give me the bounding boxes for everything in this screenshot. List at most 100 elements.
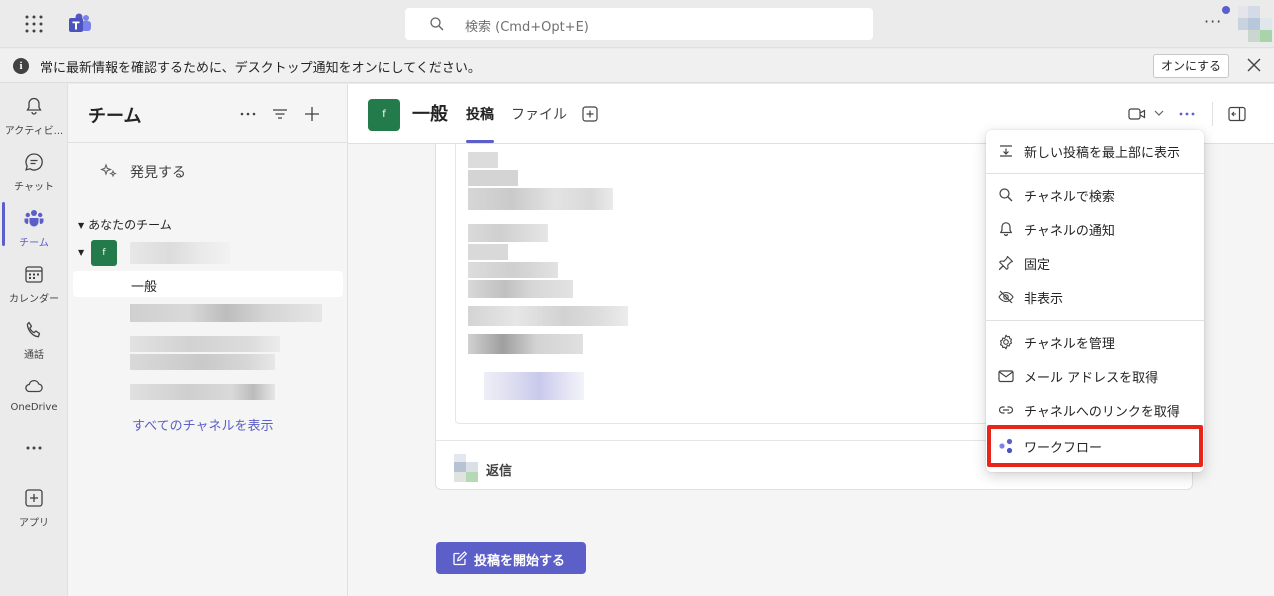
channel-options-menu: 新しい投稿を最上部に表示 チャネルで検索 チャネルの通知 固定 非表示 チャネル…	[986, 130, 1204, 472]
new-post-label: 投稿を開始する	[474, 554, 566, 569]
panel-title: チーム	[88, 106, 142, 127]
mail-icon	[998, 368, 1014, 384]
chevron-down-icon[interactable]	[1154, 109, 1164, 117]
menu-item-search-channel[interactable]: チャネルで検索	[986, 178, 1204, 212]
turn-on-button[interactable]: オンにする	[1153, 54, 1229, 78]
menu-label: 非表示	[1024, 292, 1064, 307]
avatar	[454, 454, 478, 482]
menu-item-show-new-posts-top[interactable]: 新しい投稿を最上部に表示	[986, 134, 1204, 168]
reply-button[interactable]: 返信	[486, 460, 512, 479]
discover-label: 発見する	[130, 165, 186, 181]
filter-icon[interactable]	[270, 104, 290, 124]
more-icon	[24, 438, 44, 458]
bell-icon	[998, 221, 1014, 237]
new-post-button[interactable]: 投稿を開始する	[436, 542, 586, 574]
rail-item-calendar[interactable]: カレンダー	[0, 256, 68, 312]
teams-icon	[24, 208, 44, 228]
link-icon	[998, 402, 1014, 418]
rail-label: OneDrive	[10, 402, 58, 413]
menu-label: チャネルを管理	[1024, 337, 1115, 352]
menu-item-manage-channel[interactable]: チャネルを管理	[986, 325, 1204, 359]
rail-item-activity[interactable]: アクティビ...	[0, 88, 68, 144]
menu-item-get-link[interactable]: チャネルへのリンクを取得	[986, 393, 1204, 427]
rail-label: アクティビ...	[4, 126, 64, 137]
rail-item-onedrive[interactable]: OneDrive	[0, 368, 68, 424]
panel-toggle-icon[interactable]	[1228, 106, 1246, 122]
divider	[1212, 102, 1213, 126]
teams-list-panel: チーム 発見する ▼ あなたのチーム ▼ f 一般 すべてのチャネルを表示	[68, 84, 348, 596]
search-placeholder: 検索 (Cmd+Opt+E)	[465, 20, 589, 35]
title-bar: 検索 (Cmd+Opt+E) ···	[0, 0, 1274, 48]
notification-banner: i 常に最新情報を確認するために、デスクトップ通知をオンにしてください。 オンに…	[0, 49, 1274, 83]
rail-label: チーム	[19, 238, 49, 249]
chat-icon	[24, 152, 44, 172]
rail-item-calls[interactable]: 通話	[0, 312, 68, 368]
video-meet-icon[interactable]	[1128, 106, 1146, 122]
more-options-icon[interactable]	[238, 104, 258, 124]
rail-label: カレンダー	[9, 294, 59, 305]
rail-label: 通話	[24, 350, 44, 361]
menu-label: メール アドレスを取得	[1024, 371, 1159, 386]
team-avatar: f	[91, 240, 117, 266]
calendar-icon	[24, 264, 44, 284]
chevron-down-icon: ▼	[78, 248, 85, 257]
redacted-channel-list	[130, 304, 326, 404]
close-icon[interactable]	[1247, 58, 1261, 72]
divider	[68, 142, 348, 143]
menu-label: 新しい投稿を最上部に表示	[1024, 146, 1181, 161]
divider	[986, 173, 1204, 174]
menu-label: チャネルの通知	[1024, 224, 1115, 239]
avatar[interactable]	[1238, 6, 1272, 42]
rail-item-teams[interactable]: チーム	[0, 200, 68, 256]
channel-name: 一般	[412, 104, 448, 125]
tab-underline	[466, 140, 494, 143]
section-label: あなたのチーム	[88, 218, 172, 232]
divider	[986, 320, 1204, 321]
app-bar: アクティビ... チャット チーム カレンダー 通話 OneDrive アプリ	[0, 84, 68, 596]
search-input[interactable]: 検索 (Cmd+Opt+E)	[405, 8, 873, 40]
menu-item-get-email[interactable]: メール アドレスを取得	[986, 359, 1204, 393]
info-icon: i	[13, 58, 29, 74]
settings-more-icon[interactable]: ···	[1204, 12, 1222, 31]
sparkle-icon	[100, 162, 118, 180]
tab-posts[interactable]: 投稿	[466, 104, 494, 124]
your-teams-header[interactable]: ▼ あなたのチーム	[78, 216, 172, 233]
chevron-down-icon: ▼	[78, 221, 85, 230]
post-content	[455, 144, 995, 424]
rail-item-chat[interactable]: チャット	[0, 144, 68, 200]
phone-icon	[24, 320, 44, 340]
search-icon	[429, 16, 445, 32]
bell-icon	[24, 96, 44, 116]
menu-item-pin[interactable]: 固定	[986, 246, 1204, 280]
pin-icon	[998, 255, 1014, 271]
menu-item-channel-notifications[interactable]: チャネルの通知	[986, 212, 1204, 246]
channel-label: 一般	[131, 280, 158, 295]
show-all-channels-link[interactable]: すべてのチャネルを表示	[132, 415, 273, 434]
cloud-icon	[24, 376, 44, 396]
channel-avatar: f	[368, 99, 400, 131]
menu-label: チャネルで検索	[1024, 190, 1115, 205]
menu-label: 固定	[1024, 258, 1051, 273]
banner-message: 常に最新情報を確認するために、デスクトップ通知をオンにしてください。	[40, 61, 481, 76]
menu-label: チャネルへのリンクを取得	[1024, 405, 1180, 420]
teams-logo-icon	[68, 12, 92, 36]
gear-icon	[998, 334, 1014, 350]
highlight-box	[987, 425, 1203, 467]
more-options-icon[interactable]	[1178, 106, 1196, 122]
redacted-team-name	[130, 242, 230, 264]
add-tab-icon[interactable]	[582, 106, 598, 122]
tab-files[interactable]: ファイル	[511, 104, 567, 124]
app-launcher-icon[interactable]	[24, 14, 44, 34]
channel-item-general[interactable]: 一般	[73, 271, 343, 297]
sort-top-icon	[998, 143, 1014, 159]
add-icon[interactable]	[302, 104, 322, 124]
rail-more-apps[interactable]	[0, 434, 68, 460]
search-icon	[998, 187, 1014, 203]
rail-item-apps[interactable]: アプリ	[0, 480, 68, 536]
compose-icon	[452, 550, 468, 566]
presence-dot	[1222, 6, 1230, 14]
add-apps-icon	[24, 488, 44, 508]
menu-item-hide[interactable]: 非表示	[986, 280, 1204, 314]
rail-label: チャット	[14, 182, 54, 193]
rail-label: アプリ	[19, 518, 49, 529]
